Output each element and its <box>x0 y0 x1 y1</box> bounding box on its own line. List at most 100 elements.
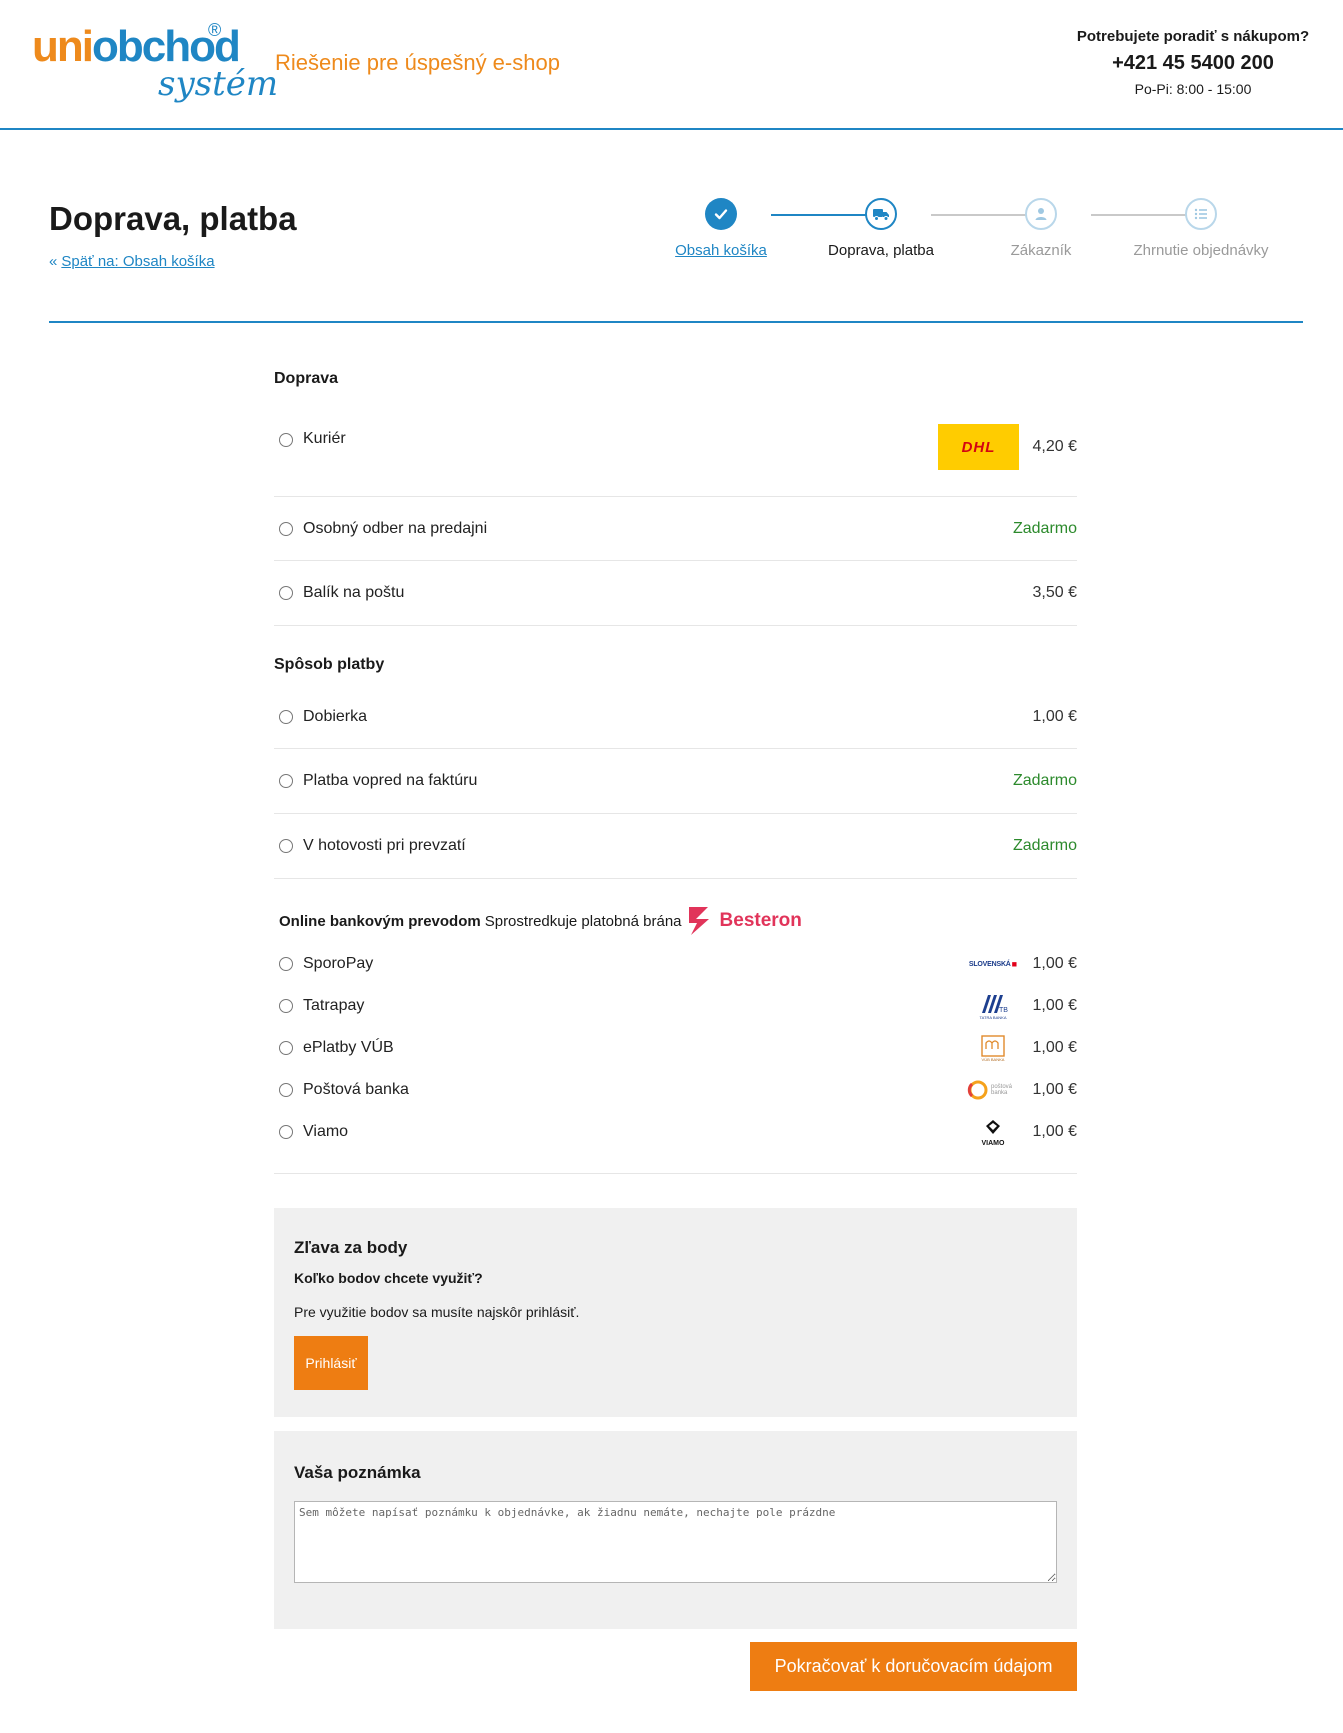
truck-icon <box>865 198 897 230</box>
radio-pickup[interactable] <box>279 521 293 536</box>
bank-option-label: ePlatby VÚB <box>303 1039 394 1056</box>
svg-text:TB: TB <box>999 1007 1008 1014</box>
bank-option-label: Poštová banka <box>303 1081 409 1098</box>
logo-registered-mark: ® <box>208 20 222 40</box>
step-cart-label: Obsah košíka <box>675 242 767 259</box>
user-icon <box>1025 198 1057 230</box>
contact-question: Potrebujete poradiť s nákupom? <box>1076 28 1310 45</box>
postova-logo-text: poštová banka <box>991 1084 1013 1096</box>
vub-banka-logo: VÚB BANKA <box>965 1031 1021 1065</box>
step-cart[interactable]: Obsah košíka <box>641 198 801 259</box>
payment-price: 1,00 € <box>1032 708 1077 725</box>
postova-banka-logo: poštová banka <box>965 1073 1021 1107</box>
bank-price: 1,00 € <box>1032 1081 1077 1098</box>
bank-option-vub[interactable]: ePlatby VÚB VÚB BANKA 1,00 € <box>274 1027 1077 1069</box>
shipping-option-courier[interactable]: Kuriér DHL 4,20 € <box>274 398 1077 497</box>
sporitelna-logo-text: SLOVENSKÁ <box>968 960 1011 968</box>
shipping-price: 3,50 € <box>1032 584 1077 601</box>
shipping-price: 4,20 € <box>1032 438 1077 455</box>
shipping-option-label: Osobný odber na predajni <box>303 519 488 537</box>
bank-option-sporopay[interactable]: SporoPay SLOVENSKÁ ■ 1,00 € <box>274 943 1077 985</box>
payment-option-label: V hotovosti pri prevzatí <box>303 837 466 854</box>
dhl-logo: DHL <box>938 424 1019 470</box>
tatra-banka-logo: TB TATRA BANKA <box>965 989 1021 1023</box>
shipping-option-label: Balík na poštu <box>303 584 405 601</box>
payment-option-label: Dobierka <box>303 708 368 725</box>
step-customer-label: Zákazník <box>1010 242 1072 259</box>
title-divider <box>49 321 1303 323</box>
checkout-stepper: Obsah košíka Doprava, platba Zákazník Zh… <box>675 198 1310 268</box>
payment-option-cash[interactable]: V hotovosti pri prevzatí Zadarmo <box>274 814 1077 879</box>
contact-hours: Po-Pi: 8:00 - 15:00 <box>1134 81 1252 97</box>
continue-row: Pokračovať k doručovacím údajom <box>274 1642 1077 1691</box>
uniobchod-logo[interactable]: uniobchod ® systém <box>32 18 278 108</box>
shipping-price: Zadarmo <box>1012 519 1077 537</box>
shipping-option-label: Kuriér <box>303 430 346 447</box>
points-panel: Zľava za body Koľko bodov chcete využiť?… <box>274 1208 1077 1417</box>
step-shipping-payment: Doprava, platba <box>801 198 961 259</box>
radio-tatrapay[interactable] <box>279 999 293 1013</box>
bank-price: 1,00 € <box>1032 955 1077 972</box>
list-icon <box>1185 198 1217 230</box>
bank-price: 1,00 € <box>1032 1123 1077 1140</box>
tatra-logo-text: TATRA BANKA <box>979 1014 1007 1020</box>
logo-uni: uni <box>32 22 94 71</box>
double-chevron-left-icon: « <box>49 253 58 270</box>
bank-price: 1,00 € <box>1032 997 1077 1014</box>
radio-invoice[interactable] <box>279 774 293 788</box>
shipping-option-pickup[interactable]: Osobný odber na predajni Zadarmo <box>274 497 1077 561</box>
viamo-logo-text: VIAMO <box>981 1139 1005 1147</box>
points-question: Koľko bodov chcete využiť? <box>294 1270 483 1286</box>
online-bank-heading: Online bankovým prevodom Sprostredkuje p… <box>274 905 1077 937</box>
radio-viamo[interactable] <box>279 1125 293 1139</box>
radio-cash[interactable] <box>279 839 293 853</box>
radio-courier[interactable] <box>279 433 293 447</box>
site-tagline: Riešenie pre úspešný e-shop <box>275 50 560 75</box>
radio-postova[interactable] <box>279 1083 293 1097</box>
bank-option-postova[interactable]: Poštová banka poštová banka 1,00 € <box>274 1069 1077 1111</box>
contact-box: Potrebujete poradiť s nákupom? +421 45 5… <box>1068 28 1318 97</box>
payment-option-cod[interactable]: Dobierka 1,00 € <box>274 686 1077 749</box>
online-bank-list: SporoPay SLOVENSKÁ ■ 1,00 € Tatrapay TB T… <box>274 943 1077 1174</box>
bank-option-label: Tatrapay <box>303 997 365 1014</box>
dhl-logo-text: DHL <box>961 438 996 456</box>
slovenska-sporitelna-logo: SLOVENSKÁ ■ <box>965 947 1021 981</box>
checkout-main: Doprava Kuriér DHL 4,20 € Osobný odber n… <box>274 370 1077 1691</box>
viamo-logo: VIAMO <box>965 1115 1021 1149</box>
bank-option-label: SporoPay <box>303 955 374 972</box>
back-link-label: Späť na: Obsah košíka <box>61 253 215 270</box>
payment-option-label: Platba vopred na faktúru <box>303 772 478 789</box>
shipping-section-title: Doprava <box>274 370 339 387</box>
bank-price: 1,00 € <box>1032 1039 1077 1056</box>
besteron-icon <box>688 907 709 935</box>
points-title: Zľava za body <box>294 1238 408 1257</box>
check-icon <box>705 198 737 230</box>
online-bank-heading-text: Sprostredkuje platobná brána <box>484 912 682 930</box>
step-summary: Zhrnutie objednávky <box>1121 198 1281 259</box>
payment-section-title: Spôsob platby <box>274 656 385 673</box>
bank-option-tatrapay[interactable]: Tatrapay TB TATRA BANKA 1,00 € <box>274 985 1077 1027</box>
shipping-option-post[interactable]: Balík na poštu 3,50 € <box>274 561 1077 626</box>
back-link[interactable]: «Späť na: Obsah košíka <box>49 253 215 270</box>
note-panel: Vaša poznámka <box>274 1431 1077 1629</box>
step-summary-label: Zhrnutie objednávky <box>1133 242 1269 259</box>
besteron-logo: Besteron <box>686 905 802 937</box>
bank-option-label: Viamo <box>303 1123 349 1140</box>
page-title: Doprava, platba <box>49 200 297 237</box>
continue-button[interactable]: Pokračovať k doručovacím údajom <box>750 1642 1077 1691</box>
bank-option-viamo[interactable]: Viamo VIAMO 1,00 € <box>274 1111 1077 1153</box>
contact-phone[interactable]: +421 45 5400 200 <box>1068 52 1318 75</box>
login-button[interactable]: Prihlásiť <box>294 1336 368 1390</box>
besteron-name: Besteron <box>719 910 802 931</box>
radio-vub[interactable] <box>279 1041 293 1055</box>
step-customer: Zákazník <box>961 198 1121 259</box>
radio-sporopay[interactable] <box>279 957 293 971</box>
payment-option-invoice[interactable]: Platba vopred na faktúru Zadarmo <box>274 749 1077 814</box>
site-header: uniobchod ® systém Riešenie pre úspešný … <box>0 0 1343 130</box>
step-shipping-payment-label: Doprava, platba <box>828 242 934 259</box>
note-textarea[interactable] <box>294 1501 1057 1583</box>
radio-post[interactable] <box>279 586 293 600</box>
radio-cod[interactable] <box>279 710 293 724</box>
vub-logo-text: VÚB BANKA <box>981 1056 1005 1062</box>
payment-price: Zadarmo <box>1012 772 1077 789</box>
